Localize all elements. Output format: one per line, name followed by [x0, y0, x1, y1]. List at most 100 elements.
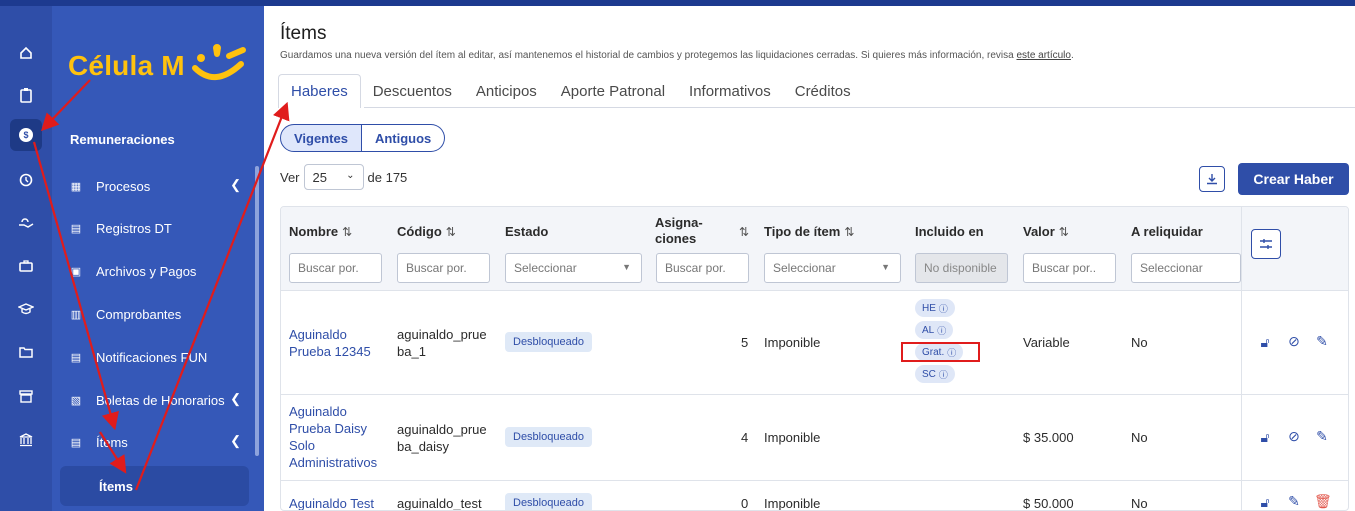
- filter-asignaciones[interactable]: Buscar por.: [656, 253, 749, 283]
- sort-icon: ⇅: [844, 225, 855, 239]
- nav-item-boletas-honorarios[interactable]: ▧ Boletas de Honorarios ❮: [68, 390, 243, 410]
- receipt-icon: ▥: [70, 308, 82, 321]
- actions-column-divider: [1241, 207, 1242, 510]
- tab-aporte-patronal[interactable]: Aporte Patronal: [549, 74, 677, 108]
- item-code: aguinaldo_prue ba_1: [397, 327, 487, 359]
- store-icon[interactable]: [13, 383, 39, 409]
- notification-icon: ▤: [70, 351, 82, 364]
- pager-prefix: Ver: [280, 169, 300, 185]
- app-logo[interactable]: Célula M: [68, 42, 247, 90]
- included-chip-al[interactable]: AL ⓘ: [915, 321, 954, 339]
- item-reliquidar: No: [1131, 430, 1148, 445]
- header-tipo[interactable]: Tipo de ítem ⇅: [764, 224, 854, 239]
- create-haber-button[interactable]: Crear Haber: [1238, 163, 1349, 195]
- nav-item-notificaciones-fun[interactable]: ▤ Notificaciones FUN: [68, 347, 243, 367]
- filter-incluido: No disponible: [915, 253, 1008, 283]
- included-chip-he[interactable]: HE ⓘ: [915, 299, 955, 317]
- dollar-icon[interactable]: $: [10, 119, 42, 151]
- nav-scrollbar[interactable]: [255, 166, 259, 456]
- chevron-left-icon: ❮: [230, 177, 241, 192]
- nav-item-registros-dt[interactable]: ▤ Registros DT: [68, 218, 243, 238]
- trash-icon[interactable]: 🗑︎: [1314, 493, 1332, 510]
- nav-item-items[interactable]: ▤ Ítems ❮: [68, 432, 243, 452]
- tab-creditos[interactable]: Créditos: [783, 74, 863, 108]
- logo-smile-icon: [191, 44, 247, 88]
- column-settings-button[interactable]: [1251, 229, 1281, 259]
- help-icon: ⓘ: [937, 325, 947, 336]
- page-description-text: Guardamos una nueva versión del ítem al …: [280, 50, 1017, 61]
- filter-reliquidar[interactable]: Seleccionar: [1131, 253, 1241, 283]
- item-reliquidar: No: [1131, 335, 1148, 350]
- filter-nombre[interactable]: Buscar por.: [289, 253, 382, 283]
- item-asignaciones: 4: [741, 430, 749, 445]
- lock-icon[interactable]: 🔓︎: [1257, 494, 1273, 510]
- clock-icon[interactable]: [13, 167, 39, 193]
- filter-estado[interactable]: Seleccionar ▼: [505, 253, 642, 283]
- nav-item-procesos[interactable]: ▦ Procesos ❮: [68, 176, 243, 196]
- item-tipo: Imponible: [764, 496, 821, 511]
- briefcase-icon[interactable]: [13, 253, 39, 279]
- filter-valor[interactable]: Buscar por..: [1023, 253, 1116, 283]
- nav-item-archivos-pagos[interactable]: ▣ Archivos y Pagos: [68, 261, 243, 281]
- filter-codigo[interactable]: Buscar por.: [397, 253, 490, 283]
- chevron-down-icon: ⌄: [346, 170, 355, 181]
- item-tipo: Imponible: [764, 430, 821, 445]
- annotation-highlight-box: [901, 342, 980, 362]
- header-nombre[interactable]: Nombre ⇅: [289, 224, 352, 239]
- folder-icon[interactable]: [13, 339, 39, 365]
- edit-icon[interactable]: ✎: [1314, 333, 1330, 350]
- home-icon[interactable]: [13, 40, 39, 66]
- list-icon: ▤: [70, 436, 82, 449]
- included-chip-sc[interactable]: SC ⓘ: [915, 365, 955, 383]
- help-icon: ⓘ: [938, 369, 948, 380]
- tab-anticipos[interactable]: Anticipos: [464, 74, 549, 108]
- icon-rail: $: [0, 6, 52, 511]
- page-description-end: .: [1070, 50, 1074, 61]
- tab-haberes[interactable]: Haberes: [278, 74, 361, 108]
- table-row: Aguinaldo Prueba Daisy Solo Administrati…: [281, 395, 1348, 481]
- tab-descuentos[interactable]: Descuentos: [361, 74, 464, 108]
- item-name-link[interactable]: Aguinaldo Prueba Daisy Solo Administrati…: [289, 403, 377, 471]
- graduation-icon[interactable]: [13, 296, 39, 322]
- segment-vigentes[interactable]: Vigentes: [280, 124, 362, 152]
- bank-icon[interactable]: [13, 427, 39, 453]
- table-header: Nombre ⇅ Código ⇅ Estado Asigna- ciones ⇅ …: [281, 207, 1348, 291]
- disable-icon[interactable]: ⊘: [1286, 428, 1302, 445]
- item-valor: $ 35.000: [1023, 430, 1074, 445]
- filter-tipo[interactable]: Seleccionar ▼: [764, 253, 901, 283]
- header-valor[interactable]: Valor ⇅: [1023, 224, 1069, 239]
- download-button[interactable]: [1199, 166, 1225, 192]
- item-name-link[interactable]: Aguinaldo Prueba 12345: [289, 326, 371, 360]
- nav-item-label: Registros DT: [96, 220, 172, 236]
- header-codigo[interactable]: Código ⇅: [397, 224, 456, 239]
- nav-item-label: Archivos y Pagos: [96, 263, 197, 279]
- lock-icon[interactable]: 🔓︎: [1257, 429, 1273, 446]
- item-name-link[interactable]: Aguinaldo Test: [289, 495, 374, 510]
- nav-section-remuneraciones[interactable]: Remuneraciones: [70, 132, 175, 147]
- main-content: Ítems Guardamos una nueva versión del ít…: [264, 6, 1355, 511]
- sort-icon: ⇅: [445, 225, 456, 239]
- disable-icon[interactable]: ⊘: [1286, 333, 1302, 350]
- download-icon: [1207, 174, 1217, 185]
- clipboard-icon[interactable]: [13, 82, 39, 108]
- article-link[interactable]: este artículo: [1016, 50, 1070, 61]
- header-asignaciones[interactable]: Asigna- ciones: [655, 215, 703, 247]
- item-code: aguinaldo_prue ba_daisy: [397, 422, 487, 454]
- header-asignaciones-sort[interactable]: ⇅: [735, 224, 749, 239]
- nav-item-label: Comprobantes: [96, 306, 182, 322]
- status-badge: Desbloqueado: [505, 332, 592, 352]
- nav-subitem-items[interactable]: Ítems: [60, 466, 249, 506]
- tab-informativos[interactable]: Informativos: [677, 74, 783, 108]
- edit-icon[interactable]: ✎: [1314, 428, 1330, 445]
- hand-icon[interactable]: [13, 210, 39, 236]
- page-size-control: Ver 25 ⌄ de 175: [280, 164, 407, 190]
- chevron-left-icon: ❮: [230, 391, 241, 406]
- navigation-panel: Célula M Remuneraciones ▦ Procesos ❮ ▤ R…: [52, 6, 264, 511]
- segment-antiguos[interactable]: Antiguos: [361, 124, 446, 152]
- lock-icon[interactable]: 🔓︎: [1257, 334, 1273, 351]
- logo-text: Célula M: [68, 50, 185, 81]
- table-row: Aguinaldo Prueba 12345 aguinaldo_prue ba…: [281, 291, 1348, 395]
- edit-icon[interactable]: ✎: [1286, 493, 1302, 510]
- page-size-select[interactable]: 25 ⌄: [303, 164, 364, 190]
- nav-item-comprobantes[interactable]: ▥ Comprobantes: [68, 304, 243, 324]
